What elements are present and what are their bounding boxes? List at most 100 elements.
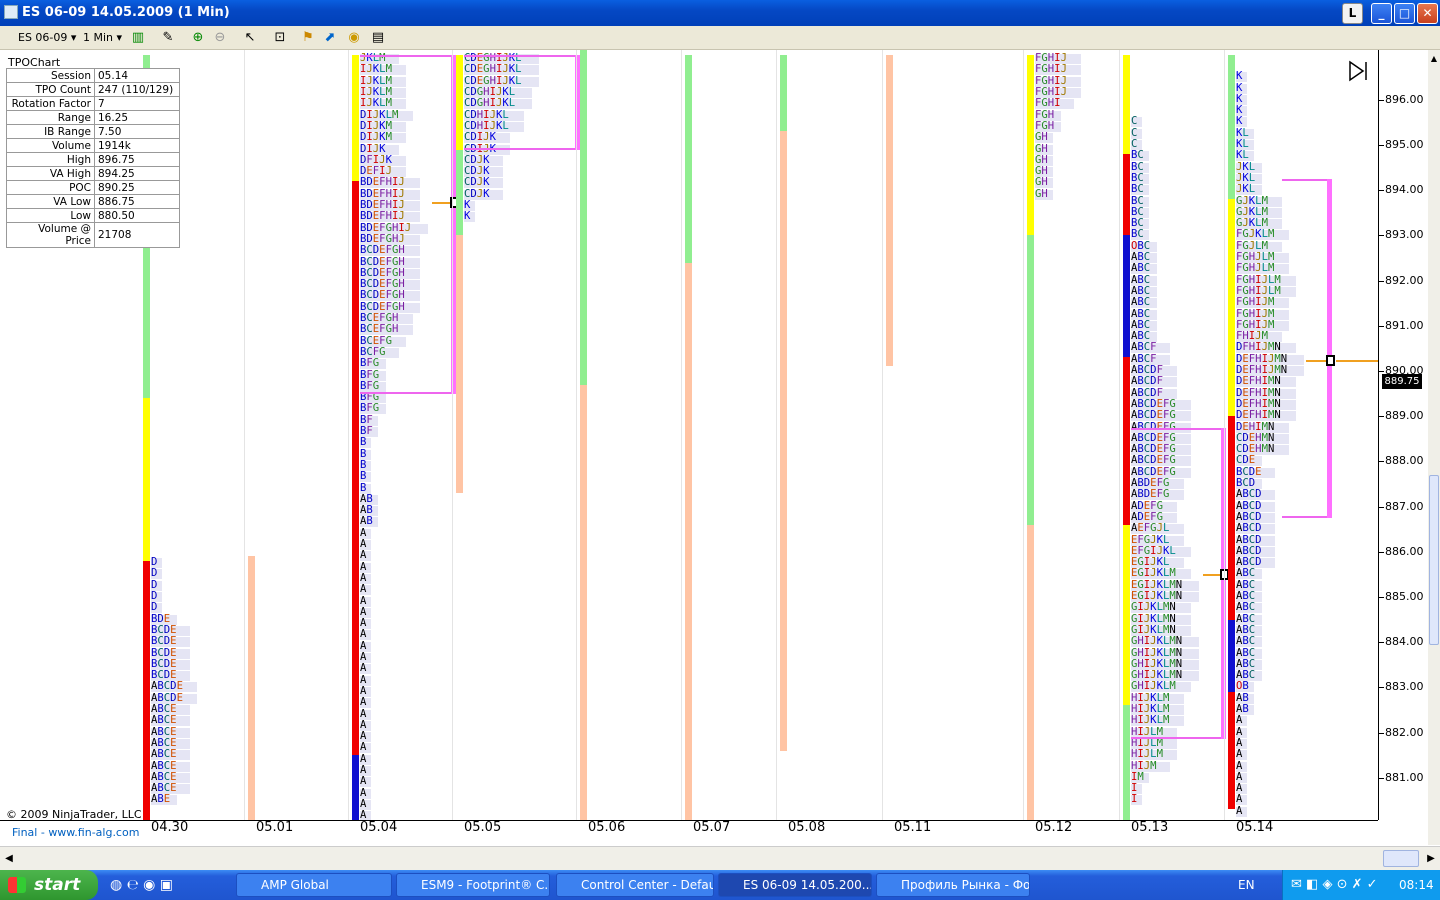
tpo-letter: D (151, 556, 158, 569)
tpo-letter: H (1047, 108, 1055, 121)
zoom-out-icon[interactable]: ⊖ (212, 30, 228, 46)
info-key: High (6, 152, 95, 167)
y-tick-label: 892.00 (1385, 273, 1424, 287)
tpo-letter: M (1150, 759, 1157, 772)
tpo-letter: A (360, 730, 367, 743)
y-tick-label: 895.00 (1385, 138, 1424, 151)
range-bar-segment (1228, 199, 1235, 417)
x-tick-label: 05.06 (588, 820, 626, 835)
tpo-row: A (1236, 805, 1242, 817)
range-bar (580, 384, 587, 820)
window-titlebar: ES 06-09 14.05.2009 (1 Min) L _ □ ✕ (0, 0, 1440, 26)
scroll-right-icon[interactable]: ▶ (1424, 851, 1438, 867)
task-control-center[interactable]: Control Center - Default (556, 873, 714, 897)
y-tick (1379, 506, 1384, 508)
scroll-to-end-icon[interactable] (1348, 60, 1370, 82)
copyright-text: © 2009 NinjaTrader, LLC (6, 808, 142, 821)
quicklaunch-icons[interactable]: ◍ ℮ ◉ ▣ (110, 877, 173, 893)
tpo-letter: H (1041, 142, 1048, 155)
tray-icons[interactable]: ✉ ◧ ◈ ⊙ ✗ ✓ (1291, 877, 1378, 892)
crosshair-icon[interactable]: ⊡ (272, 30, 288, 46)
indicators-icon[interactable]: ⚑ (300, 30, 316, 46)
tpo-letter: C (1137, 183, 1144, 196)
info-value: 247 (110/129) (94, 82, 180, 97)
tpo-letter: A (360, 617, 367, 630)
y-tick-label: 885.00 (1385, 590, 1424, 603)
tpo-letter: A (360, 752, 367, 765)
coin-icon[interactable]: ◉ (346, 30, 362, 46)
link-button[interactable]: L (1342, 3, 1363, 24)
task-footprint[interactable]: ESM9 - Footprint® C... (396, 873, 550, 897)
tpo-letter: E (170, 623, 177, 636)
task-es-chart[interactable]: ES 06-09 14.05.200... (718, 873, 872, 897)
scroll-up-icon[interactable]: ▲ (1429, 54, 1439, 64)
value-area-box (464, 54, 578, 150)
tpo-letter: B (360, 436, 367, 449)
tpo-letter: E (170, 714, 177, 727)
y-tick-label: 882.00 (1385, 725, 1424, 739)
tpo-letter: C (1143, 330, 1151, 343)
tpo-letter: C (1248, 578, 1256, 591)
data-box-icon[interactable]: ▤ (370, 30, 386, 46)
tpo-letter: C (1137, 194, 1144, 207)
chevron-down-icon: ▾ (116, 31, 123, 44)
tpo-letter: N (1274, 397, 1281, 410)
tpo-letter: B (1242, 703, 1249, 715)
tpo-letter: C (1248, 601, 1256, 614)
footer-link[interactable]: Final - www.fin-alg.com (12, 826, 139, 839)
value-area-box (1131, 427, 1224, 740)
maximize-button[interactable]: □ (1394, 3, 1415, 24)
close-button[interactable]: ✕ (1417, 3, 1438, 24)
y-tick (1379, 280, 1384, 282)
info-row: TPO Count 247 (110/129) (6, 82, 180, 97)
tpo-letter: C (1248, 623, 1256, 636)
x-tick-label: 05.04 (360, 820, 398, 835)
tpo-letter: A (360, 583, 367, 596)
range-bar-segment (1123, 524, 1130, 706)
scroll-left-icon[interactable]: ◀ (2, 851, 16, 867)
range-bar-segment (456, 235, 463, 494)
language-indicator[interactable]: EN (1238, 878, 1255, 892)
range-bar-segment (1228, 619, 1235, 692)
tpo-letter: D (1255, 499, 1262, 512)
tpo-row: K (464, 211, 470, 222)
tpo-letter: E (170, 782, 177, 795)
strategy-icon[interactable]: ⬈ (322, 30, 338, 46)
tpo-letter: A (360, 797, 367, 810)
horizontal-scroll-thumb[interactable] (1383, 850, 1419, 867)
tpo-letter: F (1150, 352, 1157, 365)
tpo-letter: A (360, 684, 367, 697)
bar-style-icon[interactable]: ▥ (130, 30, 146, 46)
y-tick (1379, 597, 1384, 598)
chart-toolbar: ES 06-09 ▾ 1 Min ▾ ▥ ✎ ⊕ ⊖ ↖ ⊡ ⚑ ⬈ ◉ ▤ (0, 26, 1440, 50)
session-separator (452, 50, 453, 820)
tpo-letter: F (1156, 375, 1163, 388)
pen-icon[interactable]: ✎ (160, 30, 176, 46)
value-area-box (360, 54, 454, 394)
vertical-scroll-thumb[interactable] (1429, 475, 1439, 645)
tpo-letter: N (1274, 386, 1281, 399)
minimize-button[interactable]: _ (1371, 3, 1392, 24)
session-separator (776, 50, 777, 820)
x-tick-label: 04.30 (151, 820, 189, 835)
tpo-letter: D (1255, 488, 1262, 501)
tpo-letter: D (1255, 533, 1262, 546)
task-amp-global[interactable]: AMP Global (236, 873, 392, 897)
price-axis[interactable]: 896.00 895.00 894.00 893.00 892.00 891.00 890.… (1378, 50, 1428, 820)
x-tick-label: 05.13 (1131, 820, 1169, 835)
info-value: 896.75 (94, 152, 180, 167)
info-row: High 896.75 (6, 152, 180, 167)
horizontal-scrollbar[interactable]: ◀ ▶ (0, 846, 1440, 870)
tpo-letter: B (366, 515, 373, 528)
tpo-letter: E (163, 612, 171, 625)
zoom-in-icon[interactable]: ⊕ (190, 30, 206, 46)
task-market-profile[interactable]: Профиль Рынка - Фо... (876, 873, 1030, 897)
session-separator (1119, 50, 1120, 820)
interval-selector[interactable]: 1 Min ▾ (83, 30, 122, 46)
instrument-selector[interactable]: ES 06-09 ▾ (18, 30, 76, 46)
tpo-letter: A (360, 718, 367, 731)
cursor-icon[interactable]: ↖ (242, 30, 258, 46)
task-label: ES 06-09 14.05.200... (743, 878, 872, 892)
tpo-letter: L (1248, 171, 1256, 184)
vertical-scrollbar[interactable]: ▲ (1428, 50, 1440, 845)
